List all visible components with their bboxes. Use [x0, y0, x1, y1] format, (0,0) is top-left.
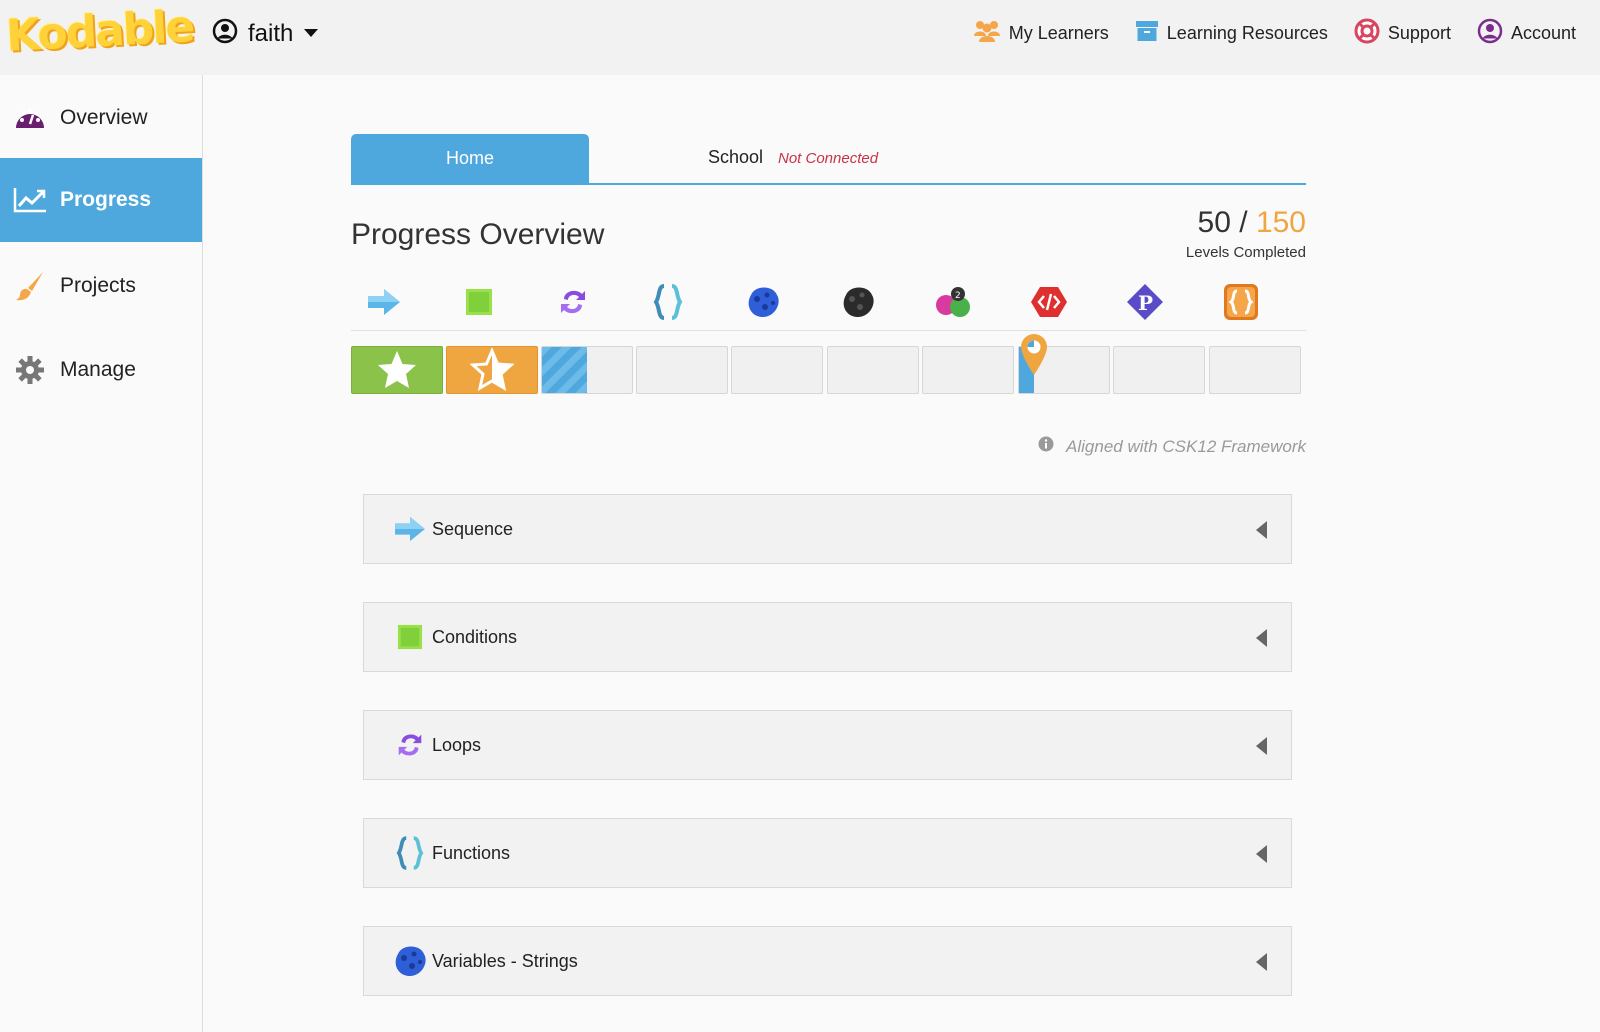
life-ring-icon	[1354, 18, 1380, 49]
kodable-logo[interactable]: Kodable	[5, 1, 195, 62]
top-bar: Kodable faith My Learners Learning Resou…	[0, 0, 1600, 75]
sequence-arrow-icon[interactable]	[364, 282, 404, 322]
school-connection-status: Not Connected	[778, 150, 879, 167]
current-location-marker-icon	[1019, 332, 1049, 381]
tab-home[interactable]: Home	[351, 134, 589, 183]
sidebar-item-projects[interactable]: Projects	[0, 244, 202, 328]
caret-left-icon	[1256, 953, 1267, 971]
variables-integers-blob-icon[interactable]	[838, 282, 878, 322]
levels-completed-label: Levels Completed	[1185, 244, 1306, 261]
tab-school[interactable]: School	[708, 147, 763, 168]
progress-tabs: Home School Not Connected	[351, 133, 1306, 185]
code-hexagon-icon[interactable]	[1029, 282, 1069, 322]
concept-card-conditions[interactable]: Conditions	[363, 602, 1292, 672]
levels-score: 50 / 150 Levels Completed	[1186, 206, 1306, 261]
top-nav: My Learners Learning Resources Support A…	[973, 18, 1576, 49]
conditions-square-icon	[390, 617, 430, 657]
sidebar-item-progress[interactable]: Progress	[0, 158, 202, 242]
svg-text:P: P	[1138, 291, 1153, 315]
functions-braces-icon	[390, 833, 430, 873]
progress-bar-row	[351, 334, 1306, 394]
page-title: Progress Overview	[351, 218, 605, 251]
framework-alignment-label: Aligned with CSK12 Framework	[1066, 436, 1306, 456]
sidebar-item-overview-label: Overview	[60, 106, 148, 129]
levels-count: 50 / 150	[1186, 206, 1306, 240]
nav-account-label: Account	[1510, 23, 1576, 43]
concept-card-label: Functions	[432, 842, 511, 863]
concept-card-variables-strings[interactable]: Variables - Strings	[363, 926, 1292, 996]
caret-left-icon	[1256, 521, 1267, 539]
variables-mixed-blob-icon[interactable]: 2	[933, 282, 973, 322]
star-partial-icon	[469, 347, 515, 392]
progress-cell-loops[interactable]	[541, 346, 633, 394]
sidebar-item-manage-label: Manage	[60, 358, 136, 381]
caret-left-icon	[1256, 845, 1267, 863]
concept-card-label: Loops	[432, 734, 482, 755]
dashboard-gauge-icon	[0, 104, 60, 132]
progress-cell-conditions[interactable]	[446, 346, 538, 394]
nav-my-learners[interactable]: My Learners	[973, 19, 1109, 48]
progress-cell-objects[interactable]	[1209, 346, 1301, 394]
loops-cycle-icon[interactable]	[553, 282, 593, 322]
functions-braces-icon[interactable]	[648, 282, 688, 322]
user-menu[interactable]: faith	[212, 18, 319, 49]
chart-line-icon	[0, 186, 60, 214]
sidebar-item-overview[interactable]: Overview	[0, 76, 202, 160]
conditions-square-icon[interactable]	[459, 282, 499, 322]
svg-text:2: 2	[955, 291, 961, 301]
nav-support-label: Support	[1387, 23, 1451, 43]
info-circle-icon[interactable]	[1038, 436, 1054, 457]
progress-cell-variables-strings[interactable]	[731, 346, 823, 394]
progress-cell-properties[interactable]	[1113, 346, 1205, 394]
gear-icon	[0, 355, 60, 385]
archive-box-icon	[1135, 20, 1159, 47]
progress-cell-functions[interactable]	[636, 346, 728, 394]
properties-diamond-icon[interactable]: P	[1125, 282, 1165, 322]
sidebar-item-progress-label: Progress	[60, 188, 152, 211]
concept-card-label: Sequence	[432, 518, 514, 539]
sidebar-item-manage[interactable]: Manage	[0, 328, 202, 412]
object-braces-icon[interactable]	[1221, 282, 1261, 322]
concept-card-sequence[interactable]: Sequence	[363, 494, 1292, 564]
sequence-arrow-icon	[390, 509, 430, 549]
levels-completed-count: 50	[1197, 206, 1231, 239]
concept-card-loops[interactable]: Loops	[363, 710, 1292, 780]
variables-strings-blob-icon[interactable]	[743, 282, 783, 322]
sidebar-item-projects-label: Projects	[60, 274, 136, 297]
paintbrush-icon	[0, 270, 60, 302]
nav-account[interactable]: Account	[1477, 18, 1576, 49]
caret-left-icon	[1256, 629, 1267, 647]
loops-cycle-icon	[390, 725, 430, 765]
levels-total-count: 150	[1255, 206, 1306, 239]
concept-card-functions[interactable]: Functions	[363, 818, 1292, 888]
star-filled-icon	[378, 351, 416, 388]
variables-strings-blob-icon	[390, 941, 430, 981]
sidebar: Overview Progress Projects Manage	[0, 75, 203, 1032]
concept-icon-row: 2 P	[351, 282, 1306, 331]
progress-cell-variables-integers[interactable]	[827, 346, 919, 394]
user-name: faith	[248, 19, 294, 47]
framework-alignment: Aligned with CSK12 Framework	[1038, 436, 1306, 457]
progress-cell-variables-mixed[interactable]	[922, 346, 1014, 394]
concept-card-label: Variables - Strings	[432, 950, 578, 971]
concept-card-label: Conditions	[432, 626, 518, 647]
nav-learning-resources-label: Learning Resources	[1166, 23, 1328, 43]
nav-my-learners-label: My Learners	[1008, 23, 1109, 43]
progress-cell-sequence[interactable]	[351, 346, 443, 394]
account-circle-icon	[1477, 18, 1503, 49]
learners-group-icon	[973, 19, 1001, 48]
nav-learning-resources[interactable]: Learning Resources	[1135, 20, 1328, 47]
user-circle-icon	[212, 18, 238, 49]
caret-left-icon	[1256, 737, 1267, 755]
caret-down-icon	[303, 25, 319, 43]
levels-separator: /	[1239, 206, 1248, 239]
nav-support[interactable]: Support	[1354, 18, 1451, 49]
progress-fill-icon	[542, 347, 587, 393]
